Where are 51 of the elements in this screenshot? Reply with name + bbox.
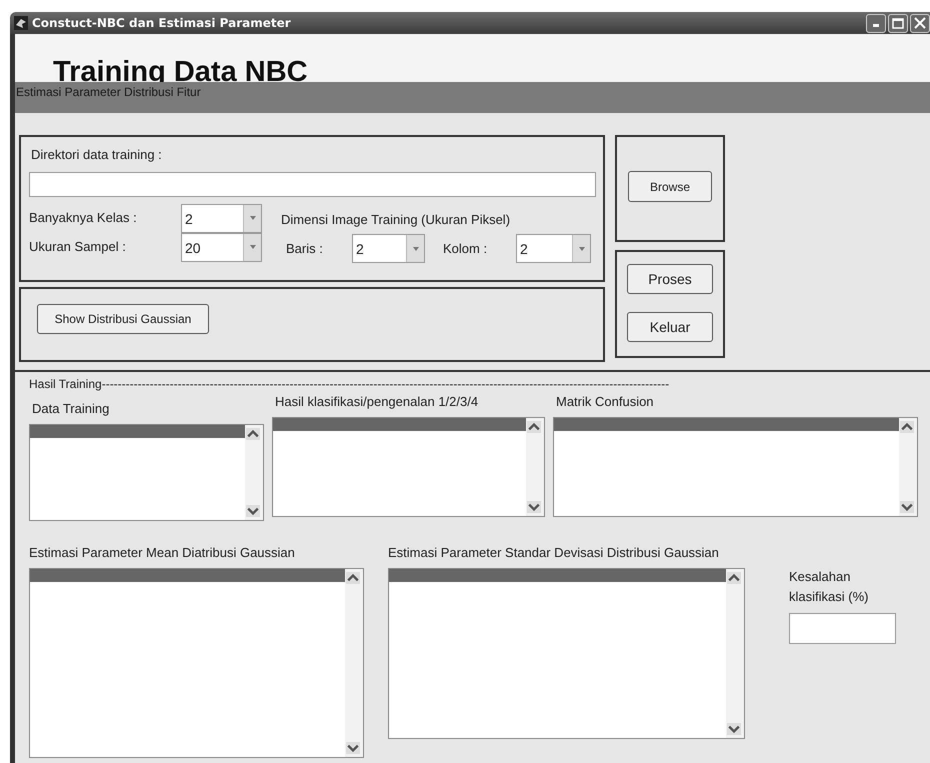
- caret-icon: [578, 246, 584, 250]
- scroll-down-icon[interactable]: [246, 505, 260, 517]
- directory-field[interactable]: [29, 172, 596, 196]
- scroll-down-icon[interactable]: [346, 742, 360, 754]
- list-box[interactable]: [272, 417, 545, 517]
- field-label: Kesalahan klasifikasi (%): [789, 568, 870, 606]
- list-label: Data Training: [32, 400, 110, 418]
- browse-button[interactable]: Browse: [628, 171, 712, 202]
- close-button[interactable]: [910, 14, 930, 32]
- scroll-down-icon[interactable]: [900, 501, 914, 513]
- caret-icon: [250, 245, 256, 249]
- list-box[interactable]: [553, 417, 918, 517]
- page-heading: Training Data NBC: [53, 58, 308, 87]
- list-label: Hasil klasifikasi/pengenalan 1/2/3/4: [275, 393, 480, 411]
- list-label: Estimasi Parameter Standar Devisasi Distribusi Gaussian: [388, 544, 720, 562]
- field-label: Ukuran Sampel :: [29, 238, 127, 256]
- list-box[interactable]: [29, 568, 364, 758]
- scroll-down-icon[interactable]: [727, 723, 741, 735]
- list-box[interactable]: [388, 568, 745, 739]
- list-label: Matrik Confusion: [556, 393, 655, 411]
- show-gaussian-button[interactable]: Show Distribusi Gaussian: [37, 304, 209, 334]
- field-label: Banyaknya Kelas :: [29, 208, 138, 227]
- maximize-button[interactable]: [888, 14, 908, 32]
- scroll-down-icon[interactable]: [527, 501, 541, 513]
- app-icon: [14, 16, 28, 30]
- columns-dropdown[interactable]: 2: [516, 234, 591, 263]
- scroll-up-icon[interactable]: [527, 421, 541, 433]
- window-title: Constuct-NBC dan Estimasi Parameter: [32, 15, 291, 32]
- sample-size-dropdown[interactable]: 20: [181, 232, 262, 262]
- action-button[interactable]: Keluar: [627, 312, 713, 342]
- minimize-button[interactable]: [866, 14, 886, 32]
- field-label: Kolom :: [443, 240, 488, 258]
- caret-icon: [250, 216, 256, 220]
- error-rate-field[interactable]: [789, 613, 896, 644]
- list-box[interactable]: [29, 424, 264, 521]
- scroll-up-icon[interactable]: [900, 421, 914, 433]
- action-button[interactable]: Proses: [627, 264, 713, 294]
- class-count-dropdown[interactable]: 2: [181, 204, 262, 232]
- close-icon: [914, 17, 926, 29]
- field-label: Dimensi Image Training (Ukuran Piksel): [281, 210, 512, 229]
- caret-icon: [412, 246, 418, 250]
- field-label: Direktori data training :: [31, 146, 163, 164]
- scroll-up-icon[interactable]: [727, 572, 741, 584]
- maximize-icon: [892, 18, 904, 28]
- scroll-up-icon[interactable]: [346, 572, 360, 584]
- results-title: Hasil Training----------------------------------------------------------------------------------------------------------------------------------------------: [29, 376, 669, 393]
- scroll-up-icon[interactable]: [246, 428, 260, 440]
- field-label: Baris :: [286, 240, 324, 258]
- rows-dropdown[interactable]: 2: [352, 234, 425, 263]
- section-title: Estimasi Parameter Distribusi Fitur: [16, 85, 201, 99]
- list-label: Estimasi Parameter Mean Diatribusi Gaussian: [29, 544, 296, 562]
